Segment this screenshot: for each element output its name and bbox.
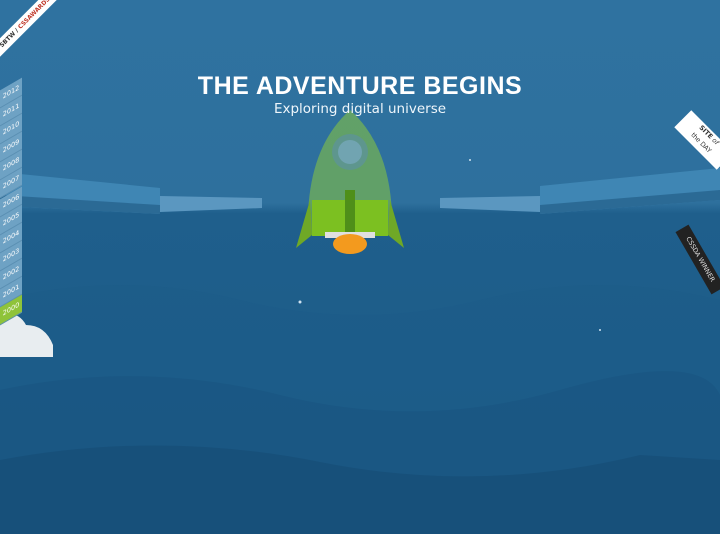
- page-title: THE ADVENTURE BEGINS: [197, 72, 523, 100]
- scene: THE ADVENTURE BEGINS Exploring digital u…: [0, 0, 720, 534]
- year-timeline: 2012 2011 2010 2009 2008 2007 2006 2005 …: [0, 77, 24, 326]
- star: [469, 159, 471, 161]
- left-gantry: [0, 172, 262, 214]
- star: [298, 300, 302, 304]
- flame: [333, 234, 367, 254]
- rocket-icon: [296, 110, 404, 254]
- right-gantry: [440, 168, 720, 214]
- sotd-of: of: [710, 136, 720, 147]
- page-subtitle: Exploring digital universe: [273, 101, 447, 117]
- star: [599, 329, 601, 331]
